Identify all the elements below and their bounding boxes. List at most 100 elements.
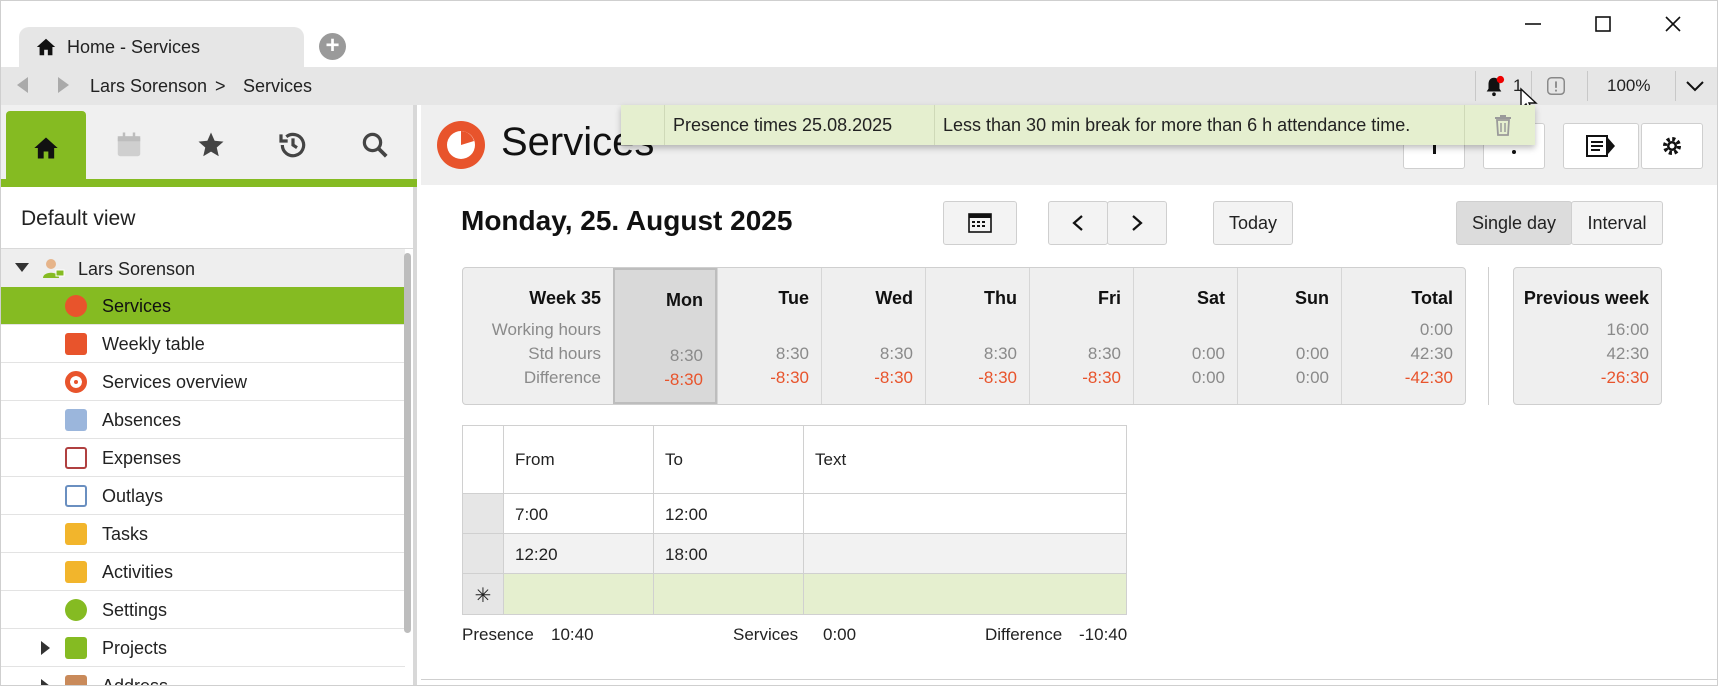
close-button[interactable] — [1653, 9, 1693, 39]
grid-header-row: From To Text — [463, 426, 1126, 494]
sidebar-favorites-button[interactable] — [171, 111, 251, 179]
date-heading: Monday, 25. August 2025 — [461, 205, 793, 236]
sidebar-item-settings[interactable]: Settings — [1, 591, 405, 629]
previous-day-button[interactable] — [1048, 201, 1108, 245]
column-header-to[interactable]: To — [653, 426, 803, 493]
column-header-text[interactable]: Text — [803, 426, 1126, 493]
sidebar-item-services[interactable]: Services — [1, 287, 405, 325]
maximize-icon — [1595, 16, 1611, 32]
alert-button[interactable] — [1545, 67, 1567, 105]
row-selector[interactable] — [463, 494, 503, 533]
sidebar-search-button[interactable] — [335, 111, 415, 179]
sidebar-item-services-overview[interactable]: Services overview — [1, 363, 405, 401]
notification-message[interactable]: Less than 30 min break for more than 6 h… — [935, 105, 1465, 145]
sidebar-item-label: Settings — [102, 600, 168, 620]
sidebar-history-button[interactable] — [253, 111, 333, 179]
sidebar-item-activities[interactable]: Activities — [1, 553, 405, 591]
bell-icon — [1486, 75, 1505, 97]
previous-week-title: Previous week — [1523, 288, 1649, 308]
default-view-label[interactable]: Default view — [1, 187, 413, 249]
day-column-wed[interactable]: Wed 8:30 -8:30 — [821, 268, 925, 404]
menu-dropdown[interactable] — [1685, 67, 1705, 105]
previous-std: 42:30 — [1606, 344, 1649, 363]
sidebar-scrollbar[interactable] — [404, 253, 411, 633]
minimize-icon — [1525, 23, 1541, 25]
projects-icon — [65, 637, 87, 659]
cell-to[interactable]: 12:00 — [653, 494, 803, 533]
sidebar-item-absences[interactable]: Absences — [1, 401, 405, 439]
cell-to[interactable]: 18:00 — [653, 534, 803, 573]
day-column-tue[interactable]: Tue 8:30 -8:30 — [717, 268, 821, 404]
zoom-level[interactable]: 100% — [1607, 67, 1650, 105]
day-std: 0:00 — [1191, 344, 1225, 363]
calendar-picker-button[interactable] — [943, 201, 1017, 245]
tree-user-node[interactable]: Lars Sorenson — [1, 249, 405, 287]
sidebar-item-expenses[interactable]: Expenses — [1, 439, 405, 477]
sidebar-item-projects[interactable]: Projects — [1, 629, 405, 667]
back-arrow-icon[interactable] — [17, 77, 28, 93]
settings-button[interactable] — [1641, 123, 1703, 169]
history-icon — [279, 132, 306, 158]
notification-title[interactable]: Presence times 25.08.2025 — [665, 105, 935, 145]
tasks-icon — [65, 523, 87, 545]
services-logo-icon — [437, 121, 485, 169]
day-column-thu[interactable]: Thu 8:30 -8:30 — [925, 268, 1029, 404]
tab-home-services[interactable]: Home - Services — [19, 27, 304, 67]
presence-value: 10:40 — [551, 625, 594, 644]
column-header-from[interactable]: From — [503, 426, 653, 493]
next-day-button[interactable] — [1107, 201, 1167, 245]
sidebar-item-label: Activities — [102, 562, 174, 582]
app-window: Home - Services + Lars Sorenson > Servic… — [0, 0, 1718, 686]
cell-text[interactable] — [803, 494, 1126, 533]
total-diff: -42:30 — [1404, 368, 1453, 387]
home-icon — [34, 137, 58, 159]
sidebar-item-address[interactable]: Address — [1, 667, 405, 685]
previous-week-panel[interactable]: Previous week 16:00 42:30 -26:30 — [1513, 267, 1662, 405]
day-column-fri[interactable]: Fri 8:30 -8:30 — [1029, 268, 1133, 404]
services-icon — [65, 295, 87, 317]
day-diff: 0:00 — [1295, 368, 1329, 387]
week-summary-panel: Week 35 Working hours Std hours Differen… — [462, 267, 1466, 405]
user-icon — [43, 259, 65, 278]
cell-text[interactable] — [803, 534, 1126, 573]
trash-icon[interactable] — [1491, 113, 1515, 137]
single-day-toggle[interactable]: Single day — [1456, 201, 1572, 245]
maximize-button[interactable] — [1583, 9, 1623, 39]
breadcrumb-page[interactable]: Services — [243, 76, 312, 97]
sidebar-item-outlays[interactable]: Outlays — [1, 477, 405, 515]
plus-circle-icon[interactable]: + — [319, 33, 346, 60]
calendar-icon — [968, 213, 992, 233]
new-entry-row[interactable]: ✳ — [463, 574, 1126, 614]
divider — [1475, 71, 1476, 101]
row-label-std-hours: Std hours — [528, 344, 601, 363]
total-name: Total — [1411, 288, 1453, 308]
interval-toggle[interactable]: Interval — [1571, 201, 1663, 245]
new-cell-text[interactable] — [803, 574, 1126, 614]
row-selector[interactable] — [463, 534, 503, 573]
day-column-sun[interactable]: Sun 0:00 0:00 — [1237, 268, 1341, 404]
day-std: 8:30 — [775, 344, 809, 363]
notifications-button[interactable]: 1 — [1483, 67, 1522, 105]
today-button[interactable]: Today — [1213, 201, 1293, 245]
day-std: 8:30 — [669, 346, 703, 365]
week-label-column: Week 35 Working hours Std hours Differen… — [463, 268, 613, 404]
minimize-button[interactable] — [1513, 9, 1553, 39]
breadcrumb-user[interactable]: Lars Sorenson — [90, 76, 207, 97]
cell-from[interactable]: 12:20 — [503, 534, 653, 573]
tab-title: Home - Services — [67, 36, 201, 57]
forward-arrow-icon[interactable] — [58, 77, 69, 93]
new-cell-from[interactable] — [503, 574, 653, 614]
new-cell-to[interactable] — [653, 574, 803, 614]
day-column-sat[interactable]: Sat 0:00 0:00 — [1133, 268, 1237, 404]
services-overview-icon — [65, 371, 87, 393]
sidebar-item-weekly-table[interactable]: Weekly table — [1, 325, 405, 363]
cell-from[interactable]: 7:00 — [503, 494, 653, 533]
side-panel-button[interactable] — [1563, 123, 1639, 169]
day-column-mon[interactable]: Mon 8:30 -8:30 — [613, 268, 717, 404]
sidebar-calendar-button[interactable] — [89, 111, 169, 179]
notification-select-cell[interactable] — [621, 105, 665, 145]
table-row[interactable]: 7:00 12:00 — [463, 494, 1126, 534]
table-row[interactable]: 12:20 18:00 — [463, 534, 1126, 574]
sidebar-item-tasks[interactable]: Tasks — [1, 515, 405, 553]
sidebar-home-button[interactable] — [6, 111, 86, 185]
